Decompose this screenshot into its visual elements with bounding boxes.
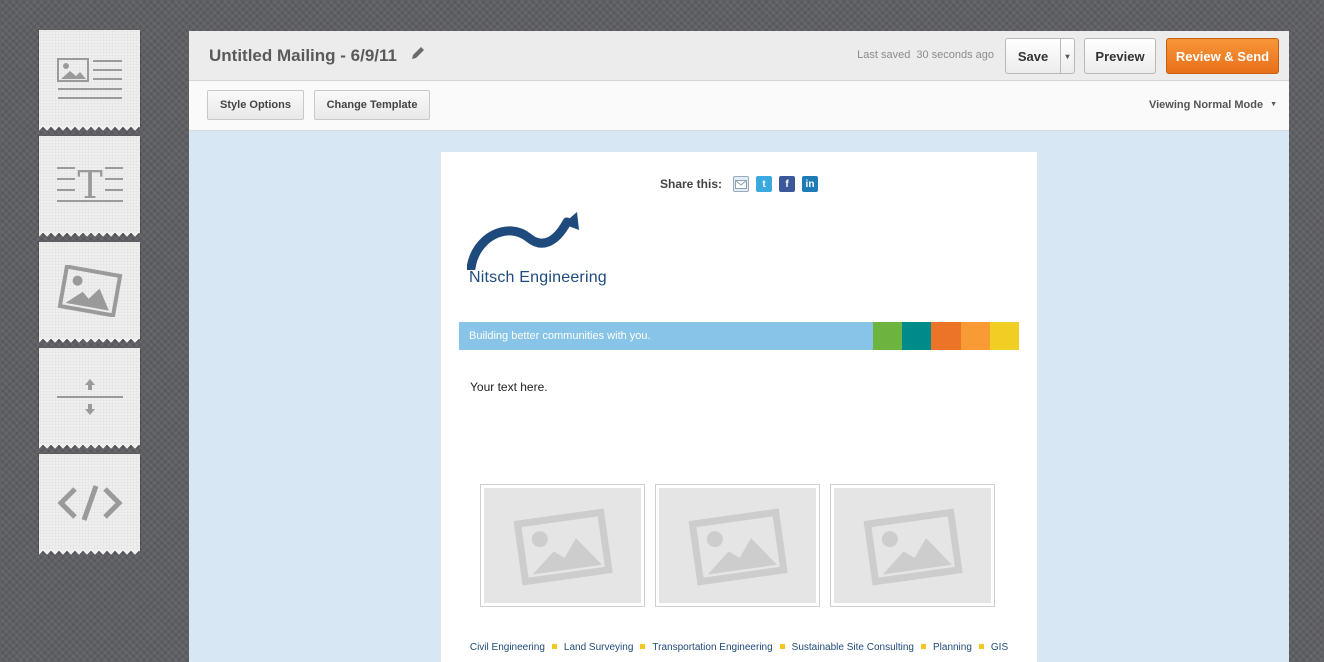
image-icon xyxy=(57,264,122,317)
image-text-icon xyxy=(56,57,122,99)
banner-swatch xyxy=(873,322,903,350)
image-placeholder-icon xyxy=(513,507,613,586)
banner-text: Building better communities with you. xyxy=(459,322,873,350)
image-placeholder[interactable] xyxy=(480,484,645,607)
editor-toolbar: Style Options Change Template Viewing No… xyxy=(189,81,1289,131)
mailing-title[interactable]: Untitled Mailing - 6/9/11 xyxy=(209,46,397,66)
separator-square xyxy=(640,644,646,649)
footer-link[interactable]: Transportation Engineering xyxy=(652,642,772,653)
banner-swatch xyxy=(989,322,1020,350)
review-send-button[interactable]: Review & Send xyxy=(1166,38,1279,74)
last-saved-label: Last saved xyxy=(857,49,911,61)
mailing-editor: Untitled Mailing - 6/9/11 Last saved 30 s… xyxy=(189,31,1289,662)
share-label: Share this: xyxy=(659,177,722,191)
separator-square xyxy=(551,644,557,649)
viewing-mode-dropdown[interactable]: Viewing Normal Mode ▼ xyxy=(1149,99,1277,111)
image-placeholder[interactable] xyxy=(830,484,995,607)
pencil-icon[interactable] xyxy=(411,46,425,65)
editor-header: Untitled Mailing - 6/9/11 Last saved 30 s… xyxy=(189,31,1289,81)
code-block[interactable] xyxy=(39,454,140,557)
banner-swatch xyxy=(960,322,990,350)
facebook-icon[interactable]: f xyxy=(779,176,795,192)
image-block[interactable] xyxy=(39,242,140,345)
save-button[interactable]: Save xyxy=(1005,38,1061,74)
preview-button[interactable]: Preview xyxy=(1084,38,1156,74)
separator-square xyxy=(920,644,926,649)
separator-square xyxy=(978,644,984,649)
image-placeholder-icon xyxy=(688,507,788,586)
banner-swatch xyxy=(931,322,961,350)
change-template-button[interactable]: Change Template xyxy=(314,90,430,120)
email-icon[interactable] xyxy=(733,176,749,192)
style-options-button[interactable]: Style Options xyxy=(207,90,304,120)
image-placeholder-row xyxy=(480,484,995,607)
nitsch-logo xyxy=(466,210,592,275)
viewing-mode-label: Viewing Normal Mode xyxy=(1148,99,1264,111)
spacer-block[interactable] xyxy=(39,348,140,451)
separator-square xyxy=(779,644,785,649)
spacer-icon xyxy=(56,378,123,415)
image-text-block[interactable] xyxy=(39,30,140,133)
last-saved-value: 30 seconds ago xyxy=(916,49,994,61)
save-dropdown-button[interactable]: ▾ xyxy=(1060,38,1075,74)
banner-swatch xyxy=(902,322,932,350)
text-block[interactable]: T xyxy=(39,136,140,239)
twitter-icon[interactable]: t xyxy=(756,176,772,192)
footer-link[interactable]: Land Surveying xyxy=(564,642,634,653)
share-bar: Share this: t f in xyxy=(441,176,1037,192)
linkedin-icon[interactable]: in xyxy=(802,176,818,192)
editable-text-block[interactable]: Your text here. xyxy=(470,380,548,394)
footer-links: Civil Engineering Land Surveying Transport… xyxy=(441,642,1037,653)
image-placeholder[interactable] xyxy=(655,484,820,607)
footer-link[interactable]: Sustainable Site Consulting xyxy=(792,642,914,653)
tagline-banner: Building better communities with you. xyxy=(459,322,1020,350)
code-icon xyxy=(56,484,123,521)
image-placeholder-icon xyxy=(863,507,963,586)
footer-link[interactable]: Planning xyxy=(933,642,972,653)
footer-link[interactable]: Civil Engineering xyxy=(470,642,545,653)
logo-text: Nitsch Engineering xyxy=(469,269,607,286)
caret-down-icon: ▼ xyxy=(1270,101,1277,108)
last-saved-status: Last saved 30 seconds ago xyxy=(857,49,994,61)
text-icon: T xyxy=(56,165,123,205)
svg-text:T: T xyxy=(77,165,102,205)
email-canvas: Share this: t f in Nitsch Engineering Bu… xyxy=(441,152,1037,662)
footer-link[interactable]: GIS xyxy=(991,642,1008,653)
